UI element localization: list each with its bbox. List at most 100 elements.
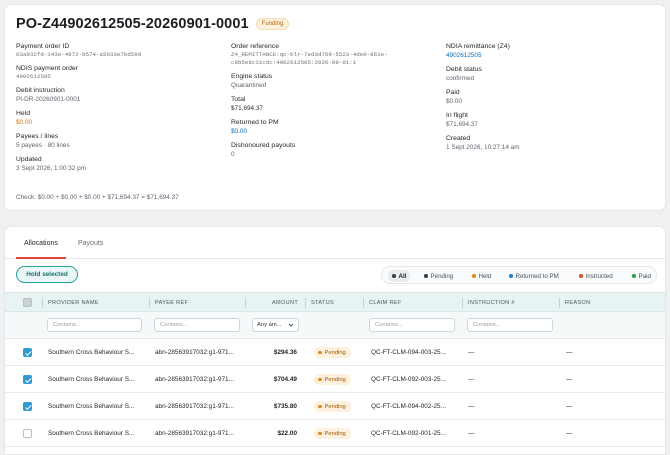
details-column-2: Order reference Z4_REMITTANCE:qc-blr-7ed3… [231,42,443,164]
provider-name-cell: Southern Cross Behaviour S... [48,430,135,437]
column-divider [462,298,463,308]
column-header-instruction[interactable]: INSTRUCTION # [468,300,515,306]
claim-ref-cell: QC-FT-CLM-094-002-25... [371,403,446,410]
row-checkbox[interactable] [23,429,32,438]
dot-icon [318,431,322,436]
row-checkbox[interactable] [23,402,32,411]
detail-label: Created [446,135,471,142]
status-badge: Pending [314,374,351,385]
amount-filter-select[interactable]: Any am... [252,318,299,332]
detail-field: Created 1 Sept 2026, 10:27:14 am [446,134,658,152]
reason-cell: — [566,376,573,383]
dot-icon [392,274,396,278]
filter-pending[interactable]: Pending [420,270,457,282]
detail-field: NDIS payment order 4902612505 [16,64,228,81]
title-row: PO-Z44902612505-20260901-0001 Funding [16,16,290,32]
filter-all[interactable]: All [388,270,411,282]
detail-field: Debit instruction PI-DR-20260901-0001 [16,86,228,104]
amount-cell: $735.80 [273,403,297,410]
claim-ref-cell: QC-FT-CLM-094-003-25... [371,349,446,356]
detail-value[interactable]: $0.00 [231,127,443,136]
chevron-down-icon [288,323,294,327]
detail-label: Held [16,110,30,117]
detail-value: $71,694.37 [231,105,263,112]
provider-name-cell: Southern Cross Behaviour S... [48,376,135,383]
details-column-1: Payment order ID 03a932fd-143e-4972-b574-… [16,42,228,178]
row-checkbox[interactable] [23,375,32,384]
detail-field: Debit status confirmed [446,65,658,83]
detail-label: In flight [446,112,468,119]
detail-label: Payment order ID [16,43,70,50]
detail-field: Returned to PM $0.00 [231,118,443,136]
instruction-cell: — [468,349,475,356]
select-all-checkbox[interactable] [23,298,32,307]
details-column-3: NDIA remittance (Z4) 4902612505 Debit stat… [446,42,658,157]
table-row[interactable]: Southern Cross Behaviour S... abn-285639… [5,339,665,366]
instruction-filter-input[interactable]: Contains... [467,318,553,332]
payee-ref-cell: abn-28563917032:g1-971... [155,376,234,383]
claim-ref-cell: QC-FT-CLM-092-001-25... [371,430,446,437]
detail-field: Order reference Z4_REMITTANCE:qc-blr-7ed3… [231,42,443,67]
filter-returned-to-pm[interactable]: Returned to PM [505,270,563,282]
table-row[interactable]: Southern Cross Behaviour S... abn-285639… [5,420,665,447]
dot-icon [318,377,322,382]
detail-value: 1 Sept 2026, 10:27:14 am [446,144,520,151]
filter-instructed[interactable]: Instructed [575,270,617,282]
detail-field: Updated 3 Sept 2026, 1:00:32 pm [16,155,228,173]
reason-cell: — [566,403,573,410]
detail-field: Payees / lines 5 payees · 80 lines [16,132,228,150]
detail-field: Engine status Quarantined [231,72,443,90]
tab-payouts[interactable]: Payouts [78,240,103,247]
table-row[interactable]: Southern Cross Behaviour S... abn-285639… [5,366,665,393]
detail-value: 0 [231,151,235,158]
filter-paid[interactable]: Paid [628,270,655,282]
claim-filter-input[interactable]: Contains... [369,318,455,332]
detail-label: Engine status [231,73,273,80]
detail-label: Updated [16,156,42,163]
detail-label: Total [231,96,246,103]
reason-cell: — [566,349,573,356]
table-row[interactable]: Southern Cross Behaviour S... abn-285639… [5,393,665,420]
active-tab-indicator [16,257,66,259]
hold-selected-button[interactable]: Hold selected [16,266,78,283]
payee-ref-cell: abn-28563917032:g1-971... [155,349,234,356]
detail-label: Order reference [231,43,279,50]
amount-cell: $294.36 [273,349,297,356]
column-header-amount[interactable]: AMOUNT [272,300,298,306]
provider-filter-input[interactable]: Contains... [47,318,142,332]
detail-value: confirmed [446,75,475,82]
instruction-cell: — [468,376,475,383]
column-header-provider-name[interactable]: PROVIDER NAME [48,300,99,306]
status-badge: Funding [255,18,290,30]
detail-field: Held $0.00 [16,109,228,127]
detail-field: Dishonoured payouts 0 [231,141,443,159]
detail-value: 3 Sept 2026, 1:00:32 pm [16,165,86,172]
column-header-status[interactable]: STATUS [311,300,334,306]
status-filter-group: All Pending Held Returned to PM Instruct… [381,266,657,284]
column-header-reason[interactable]: REASON [565,300,590,306]
amount-cell: $704.49 [273,376,297,383]
row-checkbox[interactable] [23,348,32,357]
detail-field: Total $71,694.37 [231,95,443,113]
filter-held[interactable]: Held [468,270,495,282]
payment-order-summary-card: PO-Z44902612505-20260901-0001 Funding Pa… [4,4,666,211]
dot-icon [579,274,583,278]
detail-value: PI-DR-20260901-0001 [16,96,81,103]
instruction-cell: — [468,403,475,410]
tab-allocations[interactable]: Allocations [24,240,58,247]
column-header-payee-ref[interactable]: PAYEE REF [155,300,188,306]
status-badge: Pending [314,428,351,439]
detail-label: Paid [446,89,460,96]
column-header-claim-ref[interactable]: CLAIM REF [369,300,402,306]
column-filter-row: Contains... Contains... Any am... Contai… [5,312,665,339]
detail-value: Z4_REMITTANCE:qc-blr-7ed3d769-5523-4de0-… [231,51,388,66]
column-divider [149,298,150,308]
dot-icon [318,350,322,355]
detail-value[interactable]: 4902612505 [446,51,658,60]
payee-filter-input[interactable]: Contains... [154,318,240,332]
detail-field: In flight $71,694.37 [446,111,658,129]
column-divider [245,298,246,308]
detail-value: 03a932fd-143e-4972-b574-a5033e7bd59d [16,51,142,58]
detail-value: $71,694.37 [446,121,478,128]
column-divider [305,298,306,308]
